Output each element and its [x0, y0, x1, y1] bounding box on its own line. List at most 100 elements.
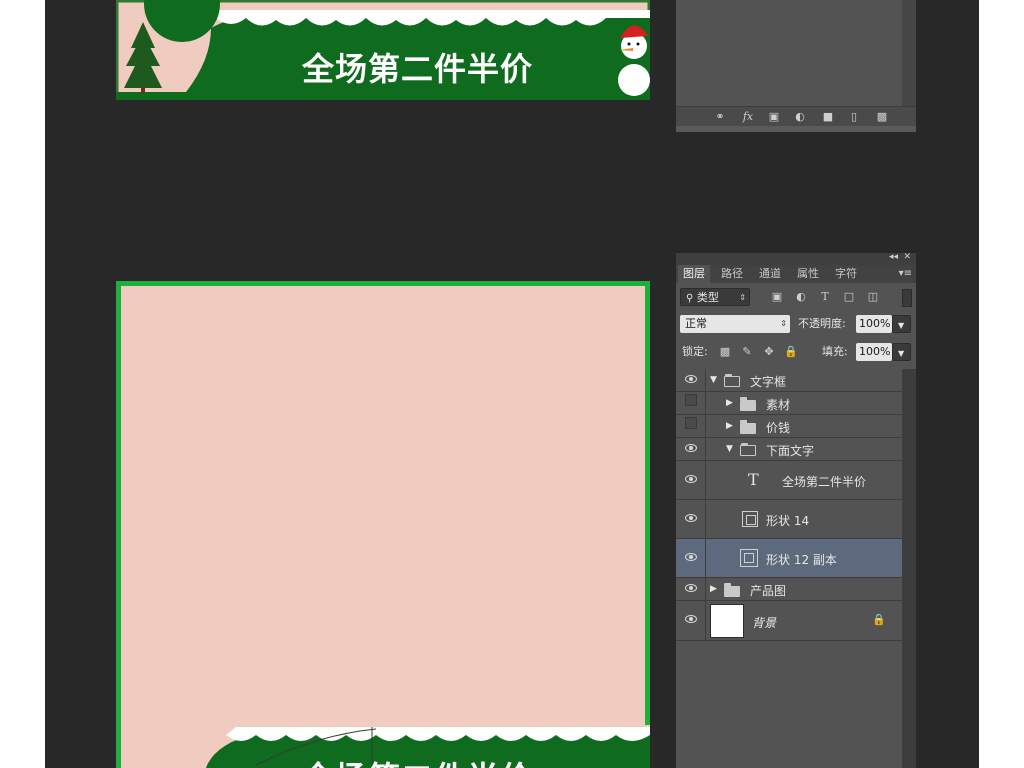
layers-list: ▼ 文字框 ▶ 素材 ▶ 价钱 ▼ 下面文字 T 全场第二件半价 形状 14 形… — [676, 369, 902, 768]
layers-panel: ◂◂ ✕ 图层 路径 通道 属性 字符 ▾≡ ⚲ 类型 ⇕ ▣ ◐ T □ ◫ … — [676, 252, 916, 768]
shape-layer-icon — [742, 511, 758, 527]
fill-dropdown[interactable]: ▼ — [892, 343, 911, 361]
shape-filter-icon[interactable]: □ — [842, 290, 856, 304]
bottom-banner: 全场第二件半价 — [116, 725, 650, 768]
shape-layer-icon — [740, 549, 758, 567]
visibility-eye-icon[interactable] — [676, 369, 706, 392]
collapse-icon[interactable]: ◂◂ — [889, 252, 898, 262]
lock-label: 锁定: — [682, 345, 708, 358]
panel-resize-grip[interactable] — [676, 126, 916, 132]
visibility-eye-icon[interactable] — [676, 539, 706, 578]
new-layer-icon[interactable]: ▯ — [846, 110, 862, 124]
layer-actions-bar: ⚭ fx ▣ ◐ ■ ▯ ▩ — [676, 106, 916, 127]
visibility-toggle[interactable] — [676, 392, 706, 415]
top-banner: 全场第二件半价 — [116, 0, 650, 100]
expand-triangle-icon[interactable]: ▶ — [710, 584, 717, 594]
layer-name: 全场第二件半价 — [782, 475, 867, 489]
filter-row: ⚲ 类型 ⇕ ▣ ◐ T □ ◫ — [676, 287, 916, 309]
layer-row[interactable]: 形状 14 — [676, 500, 902, 539]
layer-name: 形状 14 — [766, 514, 810, 528]
lock-transparent-icon[interactable]: ▩ — [718, 345, 732, 359]
opacity-dropdown[interactable]: ▼ — [892, 315, 911, 333]
lock-icon: 🔒 — [872, 613, 886, 626]
layer-row[interactable]: ▼ 文字框 — [676, 369, 902, 392]
tab-paths[interactable]: 路径 — [716, 265, 748, 283]
expand-triangle-icon[interactable]: ▶ — [726, 398, 733, 408]
layer-row[interactable]: ▶ 价钱 — [676, 415, 902, 438]
layer-name: 素材 — [766, 398, 791, 412]
link-icon[interactable]: ⚭ — [712, 110, 728, 124]
adjustment-icon[interactable]: ◐ — [792, 110, 808, 124]
visibility-eye-icon[interactable] — [676, 438, 706, 461]
expand-triangle-icon[interactable]: ▼ — [710, 375, 717, 385]
close-icon[interactable]: ✕ — [903, 252, 911, 262]
smart-object-filter-icon[interactable]: ◫ — [866, 290, 880, 304]
visibility-eye-icon[interactable] — [676, 461, 706, 500]
panel-scrollbar[interactable] — [902, 0, 916, 106]
trash-icon[interactable]: ▩ — [874, 110, 890, 124]
tab-channels[interactable]: 通道 — [754, 265, 786, 283]
search-icon: ⚲ — [686, 293, 694, 304]
visibility-toggle[interactable] — [676, 415, 706, 438]
document-canvas[interactable] — [116, 281, 650, 768]
blend-mode-value: 正常 — [685, 317, 707, 330]
panel-menu-icon[interactable]: ▾≡ — [899, 265, 912, 283]
layer-name: 形状 12 副本 — [766, 553, 837, 567]
expand-triangle-icon[interactable]: ▶ — [726, 421, 733, 431]
visibility-eye-icon[interactable] — [676, 500, 706, 539]
banner-title: 全场第二件半价 — [302, 50, 534, 88]
folder-icon — [740, 397, 756, 411]
lock-all-icon[interactable]: 🔒 — [784, 345, 798, 359]
layer-row-selected[interactable]: 形状 12 副本 — [676, 539, 902, 578]
bottom-banner-title: 全场第二件半价 — [302, 753, 533, 768]
opacity-label: 不透明度: — [798, 317, 846, 330]
layer-name: 下面文字 — [766, 444, 815, 458]
layer-row[interactable]: 背景 🔒 — [676, 601, 902, 641]
folder-icon — [724, 374, 740, 387]
folder-icon[interactable]: ■ — [820, 110, 836, 124]
filter-toggle-switch[interactable] — [902, 289, 912, 307]
upper-layers-panel: ⚭ fx ▣ ◐ ■ ▯ ▩ — [676, 0, 916, 132]
lock-row: 锁定: ▩ ✎ ✥ 🔒 填充: 100% ▼ — [676, 342, 916, 364]
fill-label: 填充: — [822, 345, 848, 358]
panel-titlebar: ◂◂ ✕ — [676, 252, 916, 265]
folder-icon — [724, 583, 740, 597]
panel-tabs: 图层 路径 通道 属性 字符 ▾≡ — [676, 265, 916, 283]
mask-icon[interactable]: ▣ — [766, 110, 782, 124]
pixel-filter-icon[interactable]: ▣ — [770, 290, 784, 304]
visibility-eye-icon[interactable] — [676, 578, 706, 601]
filter-kind-value: 类型 — [696, 291, 719, 304]
layer-thumbnail — [710, 604, 744, 638]
chevron-updown-icon: ⇕ — [739, 293, 746, 302]
layer-name: 背景 — [752, 616, 777, 630]
layer-name: 价钱 — [766, 421, 791, 435]
chevron-down-icon: ▼ — [898, 321, 905, 330]
canvas-pink-area — [121, 286, 645, 768]
visibility-eye-icon[interactable] — [676, 601, 706, 641]
expand-triangle-icon[interactable]: ▼ — [726, 444, 733, 454]
type-filter-icon[interactable]: T — [818, 290, 832, 304]
layers-scrollbar[interactable] — [902, 369, 916, 768]
tab-character[interactable]: 字符 — [830, 265, 862, 283]
folder-icon — [740, 443, 756, 456]
chevron-updown-icon: ⇕ — [780, 319, 787, 328]
chevron-down-icon: ▼ — [898, 349, 905, 358]
tab-layers[interactable]: 图层 — [678, 265, 710, 283]
filter-kind-select[interactable]: ⚲ 类型 ⇕ — [680, 288, 750, 306]
opacity-input[interactable]: 100% — [856, 315, 892, 333]
layer-name: 文字框 — [750, 375, 787, 389]
layer-row[interactable]: ▶ 素材 — [676, 392, 902, 415]
lock-paint-icon[interactable]: ✎ — [740, 345, 754, 359]
layer-row[interactable]: ▼ 下面文字 — [676, 438, 902, 461]
layer-name: 产品图 — [750, 584, 787, 598]
layer-row[interactable]: ▶ 产品图 — [676, 578, 902, 601]
fx-icon[interactable]: fx — [740, 110, 756, 124]
lock-move-icon[interactable]: ✥ — [762, 345, 776, 359]
layer-row[interactable]: T 全场第二件半价 — [676, 461, 902, 500]
blend-row: 正常 ⇕ 不透明度: 100% ▼ — [676, 314, 916, 336]
adjustment-filter-icon[interactable]: ◐ — [794, 290, 808, 304]
fill-input[interactable]: 100% — [856, 343, 892, 361]
blend-mode-select[interactable]: 正常 ⇕ — [680, 315, 790, 333]
tab-properties[interactable]: 属性 — [792, 265, 824, 283]
text-layer-icon: T — [748, 470, 759, 489]
